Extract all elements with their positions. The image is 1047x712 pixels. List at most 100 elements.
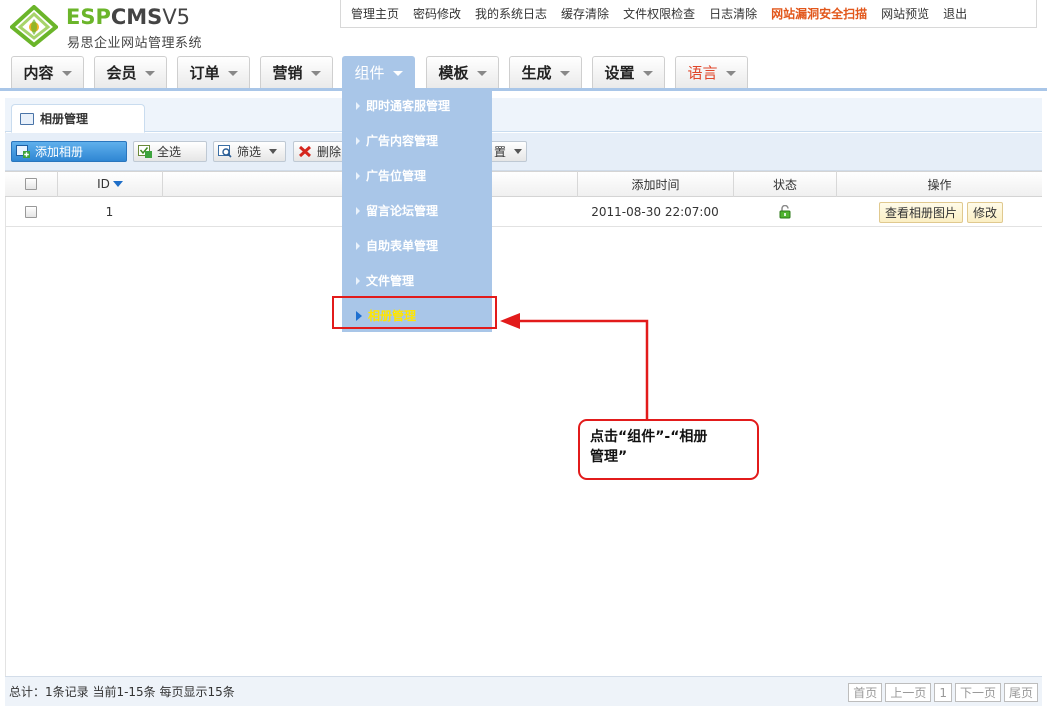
settings-label: 置 [493,145,506,159]
filter-label: 筛选 [237,145,262,159]
pagination: 首页 上一页 1 下一页 尾页 [845,683,1038,702]
menu-item-label: 即时通客服管理 [366,99,451,113]
header-id[interactable]: ID [57,171,162,197]
caret-right-icon [356,136,360,145]
row-checkbox[interactable] [25,206,37,218]
filter-button[interactable]: 筛选 [213,141,286,162]
top-link-password[interactable]: 密码修改 [413,5,461,22]
unlocked-icon[interactable] [778,205,792,219]
record-summary: 总计：1条记录 当前1-15条 每页显示15条 [9,685,235,699]
menu-item-guestbook[interactable]: 留言论坛管理 [342,193,492,228]
chevron-down-icon [392,71,403,76]
page-last-button[interactable]: 尾页 [1003,683,1038,702]
select-all-button[interactable]: 全选 [133,141,207,162]
row-status-cell [733,197,836,227]
sort-desc-icon [112,181,123,187]
menu-item-ad-slot[interactable]: 广告位管理 [342,158,492,193]
header-time: 添加时间 [577,171,733,197]
caret-right-icon [356,241,360,250]
nav-tab-content[interactable]: 内容 [11,56,84,88]
nav-tab-label: 语言 [687,64,718,82]
add-icon [16,145,30,158]
nav-tab-member[interactable]: 会员 [94,56,167,88]
subtab-label: 相册管理 [40,112,89,126]
nav-tab-label: 订单 [189,64,220,82]
menu-item-label: 文件管理 [366,274,415,288]
menu-item-ad-content[interactable]: 广告内容管理 [342,123,492,158]
nav-tab-language[interactable]: 语言 [675,56,748,88]
menu-item-file[interactable]: 文件管理 [342,263,492,298]
caret-right-icon [356,171,360,180]
edit-button[interactable]: 修改 [967,201,1004,223]
header-ops: 操作 [836,171,1042,197]
espcms-logo: ESPCMSV5 易思企业网站管理系统 [10,5,220,51]
top-link-security-scan[interactable]: 网站漏洞安全扫描 [771,5,867,22]
nav-tab-label: 组件 [354,64,385,82]
row-id: 1 [105,205,114,219]
subtab-bar [5,98,1042,132]
top-link-file-permission[interactable]: 文件权限检查 [623,5,695,22]
nav-tab-label: 内容 [23,64,54,82]
annotation-callout: 点击“组件”-“相册 管理” [578,419,759,480]
chevron-down-icon [310,71,321,76]
nav-tab-components[interactable]: 组件 [342,56,415,88]
filter-icon [218,145,232,158]
nav-tab-marketing[interactable]: 营销 [260,56,333,88]
row-time: 2011-08-30 22:07:00 [591,205,719,219]
select-all-checkbox[interactable] [25,178,37,190]
nav-tab-label: 模板 [438,64,469,82]
top-link-logout[interactable]: 退出 [943,5,967,22]
footer-bar: 总计：1条记录 当前1-15条 每页显示15条 首页 上一页 1 下一页 尾页 [5,676,1042,706]
header-checkbox-cell [5,171,57,197]
subtab-album-manage[interactable]: 相册管理 [11,104,145,133]
menu-item-form[interactable]: 自助表单管理 [342,228,492,263]
top-link-clear-log[interactable]: 日志清除 [709,5,757,22]
brand-name: ESPCMSV5 [66,5,190,29]
caret-right-icon [356,276,360,285]
top-link-home[interactable]: 管理主页 [351,5,399,22]
nav-tab-settings[interactable]: 设置 [592,56,665,88]
add-album-button[interactable]: 添加相册 [11,141,127,162]
monitor-icon [20,112,34,125]
caret-right-icon [356,206,360,215]
page-first-button[interactable]: 首页 [848,683,883,702]
chevron-down-icon [514,149,522,154]
row-checkbox-cell [5,197,57,227]
nav-tab-label: 营销 [272,64,303,82]
caret-right-icon [356,101,360,110]
page-number-button[interactable]: 1 [934,683,952,702]
top-link-my-log[interactable]: 我的系统日志 [475,5,547,22]
top-link-clear-cache[interactable]: 缓存清除 [561,5,609,22]
delete-icon [298,145,312,158]
chevron-down-icon [725,71,736,76]
nav-tab-template[interactable]: 模板 [426,56,499,88]
nav-tab-label: 设置 [604,64,635,82]
chevron-down-icon [61,71,72,76]
chevron-down-icon [476,71,487,76]
top-links-bar: 管理主页 密码修改 我的系统日志 缓存清除 文件权限检查 日志清除 网站漏洞安全… [340,0,1037,28]
top-link-preview[interactable]: 网站预览 [881,5,929,22]
header-status: 状态 [733,171,836,197]
header-id-label: ID [97,177,110,191]
highlight-box [332,296,497,329]
menu-item-label: 广告内容管理 [366,134,439,148]
chevron-down-icon [227,71,238,76]
nav-tab-label: 生成 [521,64,552,82]
callout-line-2: 管理” [590,449,628,465]
callout-line-1: 点击“组件”-“相册 [590,429,708,445]
chevron-down-icon [559,71,570,76]
chevron-down-icon [642,71,653,76]
page-next-button[interactable]: 下一页 [954,683,1001,702]
logo-emblem-icon [10,5,58,47]
brand-subtitle: 易思企业网站管理系统 [67,36,203,51]
nav-tab-order[interactable]: 订单 [177,56,250,88]
nav-tab-generate[interactable]: 生成 [509,56,582,88]
view-album-images-button[interactable]: 查看相册图片 [878,201,963,223]
add-album-label: 添加相册 [35,145,84,159]
brand-esp: ESP [66,5,111,29]
page-prev-button[interactable]: 上一页 [885,683,932,702]
menu-item-im-service[interactable]: 即时通客服管理 [342,88,492,123]
menu-item-label: 广告位管理 [366,169,427,183]
brand-cms: CMS [110,5,163,29]
brand-version: V5 [162,5,191,29]
